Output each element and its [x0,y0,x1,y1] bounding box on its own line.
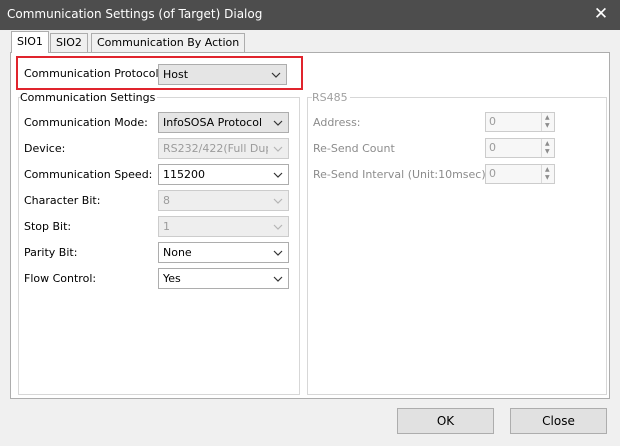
spin-up-icon[interactable]: ▲ [545,167,550,173]
stop-bit-value: 1 [163,220,170,233]
tab-label: SIO2 [56,36,82,49]
spin-buttons[interactable]: ▲ ▼ [541,113,554,131]
device-label: Device: [24,142,66,155]
tab-sio1[interactable]: SIO1 [11,31,49,53]
parity-bit-label: Parity Bit: [24,246,78,259]
tab-communication-by-action[interactable]: Communication By Action [91,33,246,52]
tab-label: Communication By Action [97,36,240,49]
chevron-down-icon [273,146,283,152]
chevron-down-icon [273,224,283,230]
highlight-box [16,56,303,90]
flow-control-value: Yes [163,272,181,285]
ok-button[interactable]: OK [397,408,494,434]
spin-down-icon[interactable]: ▼ [545,123,550,129]
spin-buttons[interactable]: ▲ ▼ [541,139,554,157]
rs485-title: RS485 [312,91,350,104]
communication-mode-label: Communication Mode: [24,116,148,129]
title-bar: Communication Settings (of Target) Dialo… [0,0,620,30]
chevron-down-icon [273,276,283,282]
resend-interval-value: 0 [489,167,496,180]
communication-speed-select[interactable]: 115200 [158,164,289,185]
chevron-down-icon [273,172,283,178]
flow-control-label: Flow Control: [24,272,97,285]
stop-bit-label: Stop Bit: [24,220,72,233]
communication-speed-value: 115200 [163,168,205,181]
spin-down-icon[interactable]: ▼ [545,149,550,155]
character-bit-label: Character Bit: [24,194,101,207]
spin-up-icon[interactable]: ▲ [545,141,550,147]
spin-down-icon[interactable]: ▼ [545,175,550,181]
address-value: 0 [489,115,496,128]
close-button[interactable]: Close [510,408,607,434]
stop-bit-select[interactable]: 1 [158,216,289,237]
spin-up-icon[interactable]: ▲ [545,115,550,121]
tab-panel-sio1: Communication Protocol: Host Communicati… [10,52,610,399]
communication-settings-title: Communication Settings [20,91,158,104]
resend-interval-spinner[interactable]: 0 ▲ ▼ [485,164,555,184]
resend-interval-label: Re-Send Interval (Unit:10msec) [313,168,486,181]
tab-sio2[interactable]: SIO2 [50,33,88,52]
device-select[interactable]: RS232/422(Full Dupl [158,138,289,159]
address-spinner[interactable]: 0 ▲ ▼ [485,112,555,132]
character-bit-value: 8 [163,194,170,207]
communication-speed-label: Communication Speed: [24,168,153,181]
chevron-down-icon [273,198,283,204]
communication-mode-select[interactable]: InfoSOSA Protocol [158,112,289,133]
parity-bit-value: None [163,246,192,259]
resend-count-label: Re-Send Count [313,142,395,155]
flow-control-select[interactable]: Yes [158,268,289,289]
resend-count-value: 0 [489,141,496,154]
spin-buttons[interactable]: ▲ ▼ [541,165,554,183]
close-icon[interactable]: ✕ [590,2,612,26]
character-bit-select[interactable]: 8 [158,190,289,211]
window-title: Communication Settings (of Target) Dialo… [7,7,263,21]
parity-bit-select[interactable]: None [158,242,289,263]
communication-mode-value: InfoSOSA Protocol [163,116,262,129]
chevron-down-icon [273,250,283,256]
address-label: Address: [313,116,361,129]
tab-label: SIO1 [17,35,43,48]
resend-count-spinner[interactable]: 0 ▲ ▼ [485,138,555,158]
chevron-down-icon [273,120,283,126]
device-value: RS232/422(Full Dupl [163,142,268,155]
